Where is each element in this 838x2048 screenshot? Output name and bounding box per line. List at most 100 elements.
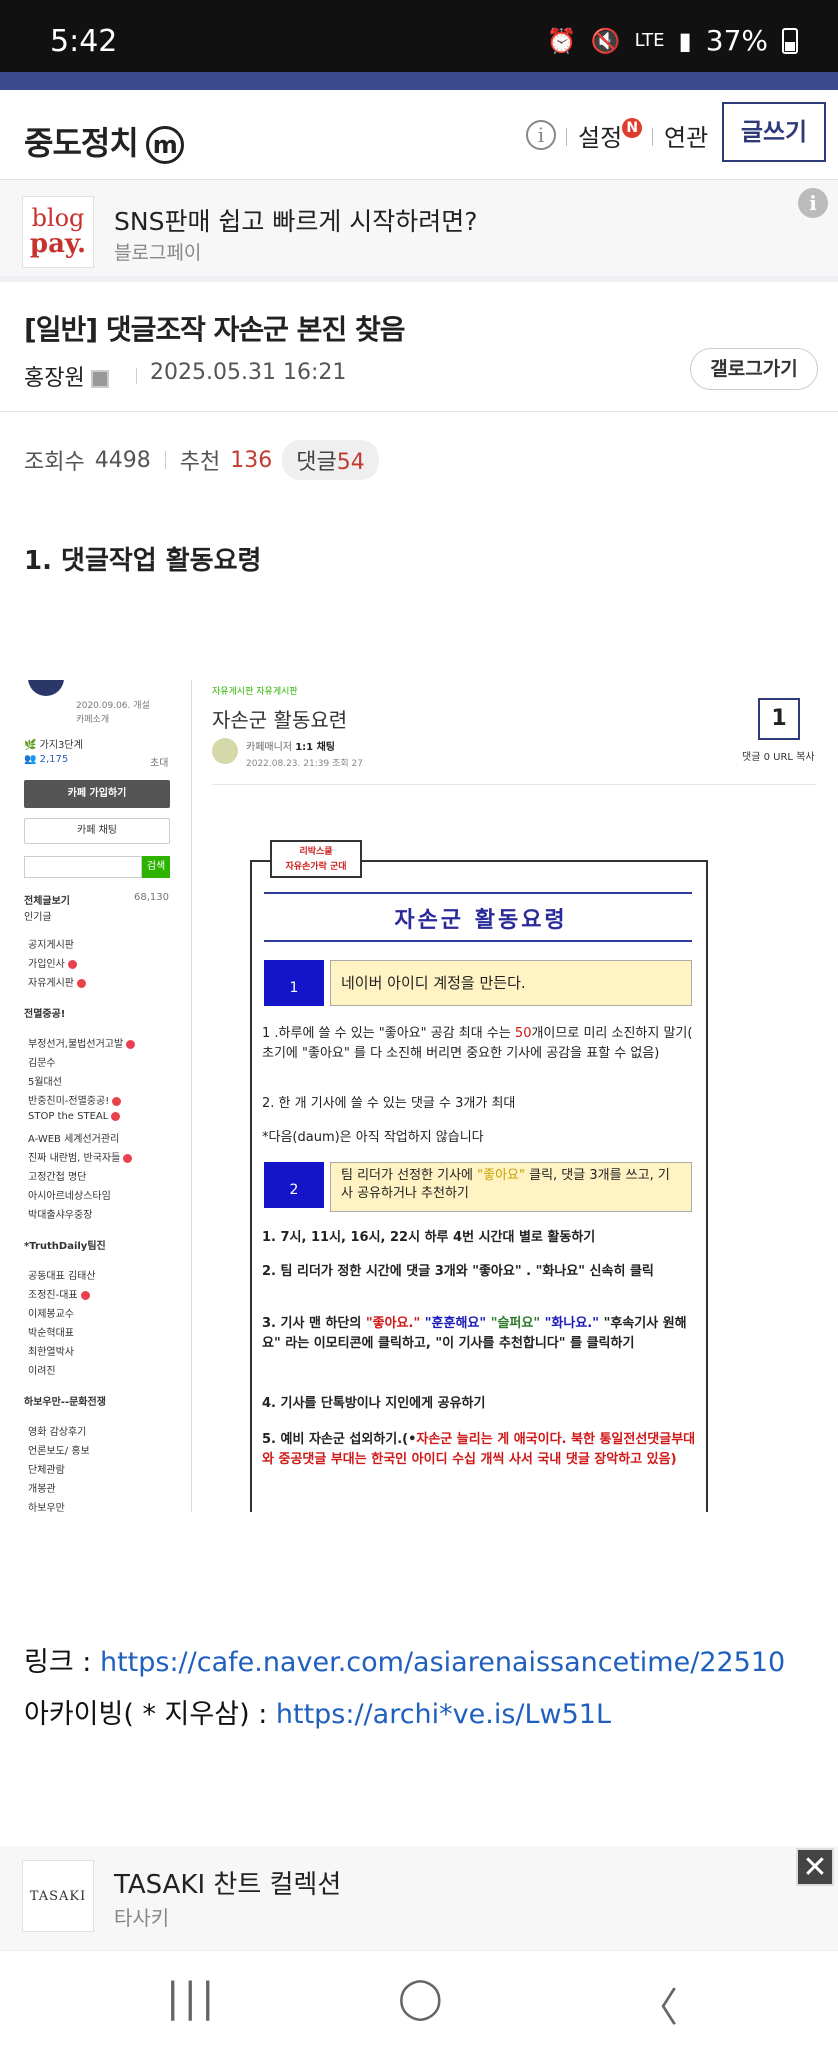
divider xyxy=(264,892,692,894)
level-text: 가지3단계 xyxy=(39,740,83,751)
sidebar-menu-item[interactable]: 5월대선 xyxy=(28,1073,62,1088)
ad-banner[interactable]: blog pay. SNS판매 쉽고 빠르게 시작하려면? 블로그페이 i xyxy=(0,180,838,282)
sidebar-menu-item[interactable]: 이제봉교수 xyxy=(28,1305,74,1320)
level-icon: 🌿 xyxy=(24,740,37,751)
network-label: LTE xyxy=(634,30,665,51)
cafe-post-meta: 2022.08.23. 21:39 조회 27 xyxy=(246,759,363,769)
sidebar-menu-label: 자유게시판 xyxy=(28,978,74,989)
sidebar-menu-label: 부정선거,불법선거고발 xyxy=(28,1039,124,1050)
sidebar-menu-item[interactable]: 진짜 내란범, 반국자들 xyxy=(28,1149,133,1164)
sidebar-menu-item[interactable]: 공지게시판 xyxy=(28,936,74,951)
stamp-line2: 자유손가락 군대 xyxy=(285,862,347,872)
sidebar-menu-label: 공동대표 김태산 xyxy=(28,1271,96,1282)
sidebar-menu-label: 진짜 내란범, 반국자들 xyxy=(28,1153,121,1164)
tasaki-logo: TASAKI xyxy=(22,1860,94,1932)
sidebar-menu-item[interactable]: A-WEB 세계선거관리 xyxy=(28,1130,119,1145)
settings-link[interactable]: 설정 N xyxy=(578,118,643,153)
sidebar-menu-item[interactable]: 조정진-대표 xyxy=(28,1286,90,1301)
cafe-post-title: 자손군 활동요련 xyxy=(212,708,348,732)
sidebar-menu-label: 박순혁대표 xyxy=(28,1328,74,1339)
gallog-button[interactable]: 갤로그가기 xyxy=(690,348,818,390)
gallery-title-text: 중도정치 xyxy=(24,124,139,162)
new-dot-icon xyxy=(126,1039,136,1049)
sidebar-menu-item[interactable]: 언론보도/ 홍보 xyxy=(28,1442,90,1457)
sidebar-menu-label: 단체관람 xyxy=(28,1465,65,1476)
sidebar-menu-item[interactable]: 박순혁대표 xyxy=(28,1324,74,1339)
recent-apps-icon[interactable]: ||| xyxy=(166,1975,218,2021)
back-icon[interactable]: 〈 xyxy=(638,1975,678,2033)
cafe-post: 자유게시판 자유게시판 자손군 활동요련 카페매니저 1:1 채팅 2022.0… xyxy=(212,680,816,1512)
post-header: [일반] 댓글조작 자손군 본진 찾음 홍장원 2025.05.31 16:21… xyxy=(0,288,838,412)
all-posts-link[interactable]: 전체글보기 xyxy=(24,892,70,907)
embedded-screenshot[interactable]: 2020.09.06. 개설 카페소개 🌿 가지3단계 👥 2,175 초대 카… xyxy=(22,680,816,1512)
sidebar-menu-item[interactable]: 부정선거,불법선거고발 xyxy=(28,1035,136,1050)
sidebar-menu-label: 이려진 xyxy=(28,1366,56,1377)
info-icon[interactable]: i xyxy=(526,120,556,150)
sidebar-menu-item[interactable]: 공동대표 김태산 xyxy=(28,1267,96,1282)
close-icon[interactable]: ✕ xyxy=(796,1848,834,1886)
link-label: 링크 : xyxy=(24,1647,100,1678)
battery-percent: 37% xyxy=(705,24,768,57)
sidebar-menu-item[interactable]: 아시아르네상스타임 xyxy=(28,1187,111,1202)
sidebar-menu-item[interactable]: 이려진 xyxy=(28,1362,56,1377)
recommend-label: 추천 xyxy=(179,450,221,475)
cafe-url-link[interactable]: https://cafe.naver.com/asiarenaissanceti… xyxy=(100,1647,785,1678)
sidebar-menu-label: 박대출샤우중장 xyxy=(28,1210,93,1221)
join-cafe-button[interactable]: 카페 가입하기 xyxy=(24,780,170,808)
sidebar-menu-label: 5월대선 xyxy=(28,1077,62,1088)
mute-icon: 🔇 xyxy=(590,26,621,55)
cafe-search-button[interactable]: 검색 xyxy=(142,856,170,878)
source-link: 링크 : https://cafe.naver.com/asiarenaissa… xyxy=(24,1640,785,1679)
sidebar-menu-label: 이제봉교수 xyxy=(28,1309,74,1320)
board-name[interactable]: 자유게시판 자유게시판 xyxy=(212,684,298,697)
rule1-b: 50 xyxy=(514,1026,532,1041)
write-button[interactable]: 글쓰기 xyxy=(722,102,826,162)
sidebar-menu-item[interactable]: 단체관람 xyxy=(28,1461,65,1476)
rule-text: 1. 7시, 11시, 16시, 22시 하루 4번 시간대 별로 활동하기 xyxy=(262,1230,596,1245)
sidebar-menu-item[interactable]: STOP the STEAL xyxy=(28,1111,121,1122)
cafe-chat-button[interactable]: 카페 채팅 xyxy=(24,818,170,844)
new-dot-icon xyxy=(77,978,86,988)
b3-like: "좋아요." xyxy=(365,1316,421,1331)
body-heading: 1. 댓글작업 활동요령 xyxy=(24,546,262,576)
sidebar-menu-item[interactable]: 개봉관 xyxy=(28,1480,56,1495)
sidebar-menu-item[interactable]: 가입인사 xyxy=(28,955,77,970)
cafe-post-tools[interactable]: 댓글 0 URL 복사 xyxy=(742,748,815,763)
rule-text: 1 .하루에 쓸 수 있는 "좋아요" 공감 최대 수는 50개이므로 미리 소… xyxy=(262,1024,700,1064)
invite-link[interactable]: 초대 xyxy=(150,754,168,769)
alarm-icon: ⏰ xyxy=(546,26,577,55)
sidebar-section-title: 하보우만--문화전쟁 xyxy=(24,1397,106,1408)
rule-text: 2. 팀 리더가 정한 시간에 댓글 3개와 "좋아요" . "화나요" 신속히… xyxy=(262,1264,654,1279)
b3-angry: "화나요." xyxy=(544,1316,600,1331)
sidebar-menu-item[interactable]: 자유게시판 xyxy=(28,974,86,989)
sidebar-menu-label: 아시아르네상스타임 xyxy=(28,1191,111,1202)
sidebar-menu-item[interactable]: 최한열박사 xyxy=(28,1343,74,1358)
sidebar-menu-item[interactable]: 하보우만 xyxy=(28,1499,65,1512)
post-stats: 조회수 4498 추천 136 댓글54 xyxy=(24,440,379,480)
user-icon xyxy=(90,370,109,388)
sidebar-menu-label: 반중친미-전멸중공! xyxy=(28,1096,110,1107)
popular-link[interactable]: 인기글 xyxy=(24,908,52,923)
divider xyxy=(212,784,816,785)
accent-bar xyxy=(0,72,838,90)
sidebar-menu-label: 언론보도/ 홍보 xyxy=(28,1446,90,1457)
status-time: 5:42 xyxy=(50,24,118,59)
gallery-title[interactable]: 중도정치 m xyxy=(24,118,184,164)
sidebar-menu-item[interactable]: 반중친미-전멸중공! xyxy=(28,1092,122,1107)
sidebar-menu-item[interactable]: 김문수 xyxy=(28,1054,56,1069)
chat-tag[interactable]: 1:1 채팅 xyxy=(295,742,335,753)
step-number: 2 xyxy=(264,1162,324,1208)
sidebar-menu-item[interactable]: 박대출샤우중장 xyxy=(28,1206,92,1221)
ad-info-icon[interactable]: i xyxy=(798,188,828,218)
cafe-search-input[interactable] xyxy=(24,856,142,878)
sidebar-menu-item[interactable]: 고정간첩 명단 xyxy=(28,1168,86,1183)
related-link[interactable]: 연관 xyxy=(664,118,708,153)
comments-pill[interactable]: 댓글54 xyxy=(282,440,379,480)
archive-url-link[interactable]: https://archi*ve.is/Lw51L xyxy=(276,1699,611,1730)
home-icon[interactable]: ◯ xyxy=(398,1975,443,2021)
status-bar: 5:42 ⏰ 🔇 LTE ▮ 37% xyxy=(0,0,838,72)
sidebar-menu-item[interactable]: 영화 감상후기 xyxy=(28,1423,86,1438)
post-author[interactable]: 홍장원 xyxy=(24,360,109,392)
cafe-intro[interactable]: 카페소개 xyxy=(76,712,109,725)
bottom-ad-banner[interactable]: TASAKI TASAKI 찬트 컬렉션 타사키 ✕ xyxy=(0,1846,838,1950)
